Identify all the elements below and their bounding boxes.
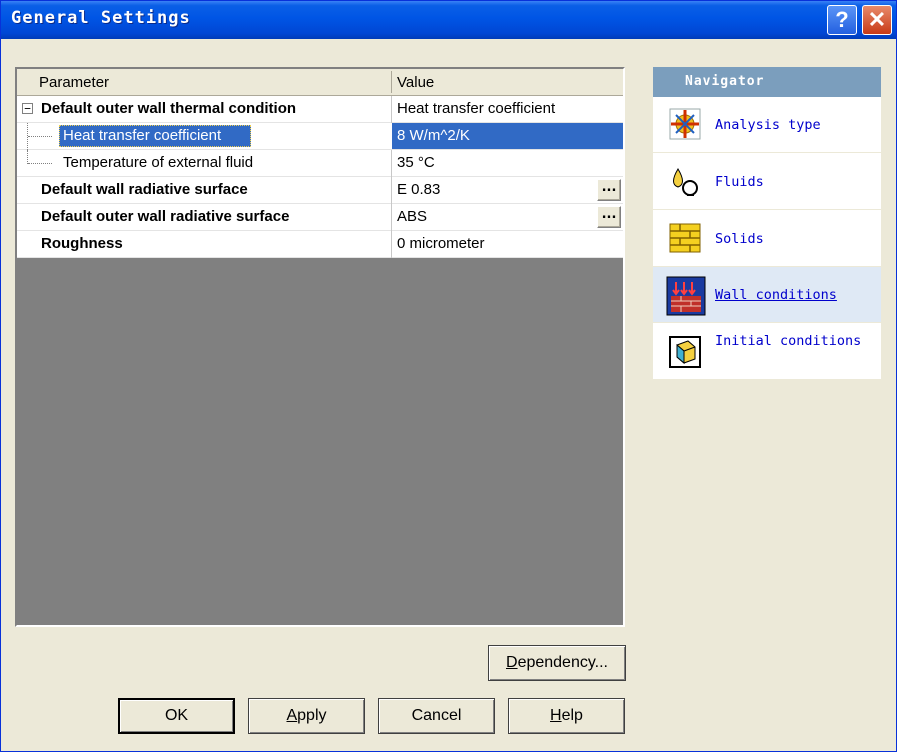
row-name: Default outer wall thermal condition bbox=[41, 100, 297, 117]
close-icon: ✕ bbox=[867, 7, 887, 32]
row-value[interactable]: 0 micrometer bbox=[397, 235, 485, 252]
grid-row-wall-radiative-surface[interactable]: Default wall radiative surface E 0.83 ..… bbox=[17, 177, 623, 204]
column-divider[interactable] bbox=[391, 71, 392, 93]
solids-icon bbox=[669, 223, 701, 253]
apply-label: pply bbox=[297, 707, 327, 724]
row-value[interactable]: ABS bbox=[397, 208, 427, 225]
navigator-panel: Navigator Analysis type Fluids Solids Wa… bbox=[653, 67, 881, 380]
help-button[interactable]: Help bbox=[508, 698, 625, 734]
grid-header: Parameter Value bbox=[17, 69, 623, 96]
dependency-label: ependency... bbox=[517, 654, 608, 671]
navigator-title: Navigator bbox=[653, 67, 881, 97]
cell-divider bbox=[391, 150, 392, 177]
cell-divider bbox=[391, 204, 392, 231]
tree-connector-branch bbox=[28, 163, 52, 164]
cancel-button[interactable]: Cancel bbox=[378, 698, 495, 734]
nav-label[interactable]: Initial conditions bbox=[715, 333, 879, 350]
row-name: Temperature of external fluid bbox=[63, 154, 254, 171]
cell-divider bbox=[391, 96, 392, 123]
nav-item-solids[interactable]: Solids bbox=[653, 211, 881, 267]
dialog-title: General Settings bbox=[11, 8, 191, 28]
close-button[interactable]: ✕ bbox=[862, 5, 892, 35]
property-grid[interactable]: Parameter Value − Default outer wall the… bbox=[15, 67, 625, 627]
row-value[interactable]: Heat transfer coefficient bbox=[397, 100, 555, 117]
tree-connector bbox=[27, 150, 28, 164]
cancel-label: Cancel bbox=[411, 707, 462, 724]
help-title-button[interactable]: ? bbox=[827, 5, 857, 35]
row-name: Default outer wall radiative surface bbox=[41, 208, 290, 225]
grid-row-outer-wall-radiative-surface[interactable]: Default outer wall radiative surface ABS… bbox=[17, 204, 623, 231]
browse-button[interactable]: ... bbox=[597, 206, 621, 228]
apply-button[interactable]: Apply bbox=[248, 698, 365, 734]
row-value[interactable]: E 0.83 bbox=[397, 181, 440, 198]
ok-button[interactable]: OK bbox=[118, 698, 235, 734]
row-name: Default wall radiative surface bbox=[41, 181, 248, 198]
parameter-column-header[interactable]: Parameter bbox=[39, 74, 109, 91]
tree-connector-branch bbox=[28, 136, 52, 137]
cell-divider bbox=[391, 177, 392, 204]
collapse-icon[interactable]: − bbox=[22, 103, 33, 114]
row-value[interactable]: 35 °C bbox=[397, 154, 435, 171]
nav-label[interactable]: Wall conditions bbox=[715, 287, 879, 304]
browse-button[interactable]: ... bbox=[597, 179, 621, 201]
grid-row-temperature-external-fluid[interactable]: Temperature of external fluid 35 °C bbox=[17, 150, 623, 177]
property-grid-body: Parameter Value − Default outer wall the… bbox=[17, 69, 623, 625]
value-column-header[interactable]: Value bbox=[397, 74, 434, 91]
title-bar[interactable]: General Settings ? ✕ bbox=[1, 1, 896, 39]
help-label: elp bbox=[561, 707, 583, 724]
dependency-button[interactable]: Dependency... bbox=[488, 645, 626, 681]
nav-item-wall-conditions[interactable]: Wall conditions bbox=[653, 267, 881, 323]
nav-label[interactable]: Analysis type bbox=[715, 117, 879, 134]
nav-item-initial-conditions[interactable]: Initial conditions bbox=[653, 324, 881, 380]
dependency-accelerator: D bbox=[506, 654, 518, 671]
fluids-icon bbox=[673, 168, 698, 196]
grid-row-heat-transfer-coefficient[interactable]: Heat transfer coefficient 8 W/m^2/K bbox=[17, 123, 623, 150]
question-icon: ? bbox=[835, 7, 849, 32]
wall-conditions-icon bbox=[666, 276, 706, 316]
grid-row-roughness[interactable]: Roughness 0 micrometer bbox=[17, 231, 623, 258]
nav-label[interactable]: Solids bbox=[715, 231, 879, 248]
cell-divider bbox=[391, 231, 392, 258]
nav-item-analysis-type[interactable]: Analysis type bbox=[653, 97, 881, 153]
nav-label[interactable]: Fluids bbox=[715, 174, 879, 191]
nav-item-fluids[interactable]: Fluids bbox=[653, 154, 881, 210]
initial-conditions-icon bbox=[669, 336, 701, 368]
row-name: Heat transfer coefficient bbox=[63, 127, 222, 144]
help-accelerator: H bbox=[550, 707, 562, 724]
apply-accelerator: A bbox=[286, 707, 298, 724]
ok-label: OK bbox=[164, 707, 189, 724]
row-value[interactable]: 8 W/m^2/K bbox=[397, 127, 470, 144]
row-name: Roughness bbox=[41, 235, 123, 252]
grid-row-outer-wall-condition[interactable]: − Default outer wall thermal condition H… bbox=[17, 96, 623, 123]
analysis-type-icon bbox=[669, 108, 701, 140]
general-settings-dialog: General Settings ? ✕ Parameter Value − D… bbox=[0, 0, 897, 752]
